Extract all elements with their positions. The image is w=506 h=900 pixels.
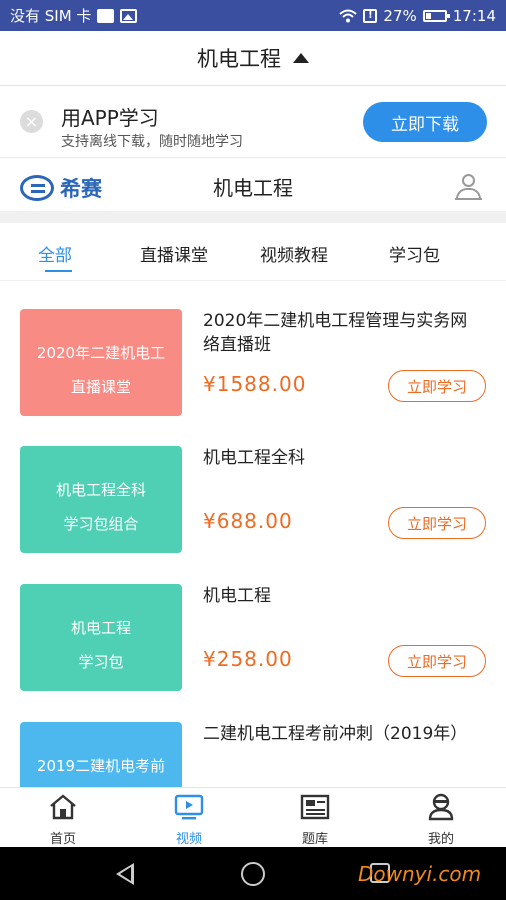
- nav-profile-label: 我的: [427, 832, 454, 847]
- carrier-text: 没有 SIM 卡: [10, 7, 92, 25]
- section-divider: [0, 211, 506, 223]
- thumbnail-line2: 学习包组合: [63, 515, 139, 533]
- thumbnail-line1: 机电工程: [70, 619, 131, 637]
- thumbnail-line1: 2019二建机电考前: [36, 757, 166, 775]
- image-notification-icon: [120, 8, 138, 23]
- bottom-nav: 首页 视频 题库 我的: [0, 787, 506, 847]
- banner-title: 用APP学习: [61, 106, 159, 130]
- page-title: 机电工程: [197, 47, 281, 71]
- course-price: ¥1588.00: [203, 372, 307, 396]
- battery-icon: [422, 9, 450, 22]
- tab-live[interactable]: 直播课堂: [140, 241, 208, 266]
- caret-up-icon: [293, 53, 309, 63]
- site-header: 希赛 机电工程: [0, 159, 506, 211]
- screen: 没有 SIM 卡 ! 27% 17:14 机电工程 × 用APP学习 支持离线下…: [0, 0, 506, 900]
- start-learning-button[interactable]: 立即学习: [388, 370, 486, 402]
- video-icon: [174, 794, 204, 820]
- course-title[interactable]: 二建机电工程考前冲刺（2019年）: [203, 722, 483, 746]
- course-thumbnail[interactable]: 机电工程 学习包: [20, 584, 182, 691]
- thumbnail-line1: 机电工程全科: [55, 481, 146, 499]
- category-switcher[interactable]: 机电工程: [0, 31, 506, 86]
- user-icon[interactable]: [455, 173, 483, 201]
- nav-home[interactable]: 首页: [0, 788, 126, 848]
- question-bank-icon: [300, 794, 330, 820]
- nav-home-label: 首页: [49, 832, 76, 847]
- site-title: 机电工程: [213, 176, 293, 200]
- tab-bar: 全部 直播课堂 视频教程 学习包: [0, 223, 506, 281]
- home-circle-icon[interactable]: [241, 862, 265, 886]
- nav-video[interactable]: 视频: [126, 788, 252, 848]
- course-item[interactable]: 2020年二建机电工 直播课堂 2020年二建机电工程管理与实务网络直播班 ¥1…: [0, 309, 506, 446]
- battery-percent: 27%: [383, 6, 417, 25]
- home-icon: [50, 794, 76, 820]
- watermark: Downyi.com: [358, 862, 482, 886]
- tab-package[interactable]: 学习包: [389, 241, 440, 266]
- alert-icon: !: [363, 8, 378, 23]
- close-icon[interactable]: ×: [20, 110, 43, 133]
- thumbnail-line1: 2020年二建机电工: [36, 344, 166, 362]
- nav-profile[interactable]: 我的: [378, 788, 504, 848]
- active-tab-indicator: [45, 270, 72, 272]
- start-learning-button[interactable]: 立即学习: [388, 507, 486, 539]
- course-thumbnail[interactable]: 机电工程全科 学习包组合: [20, 446, 182, 553]
- start-learning-button[interactable]: 立即学习: [388, 645, 486, 677]
- course-title[interactable]: 2020年二建机电工程管理与实务网络直播班: [203, 309, 483, 357]
- wifi-icon: [339, 9, 358, 22]
- tab-all[interactable]: 全部: [38, 241, 72, 266]
- thumbnail-line2: 学习包: [78, 653, 124, 671]
- course-item[interactable]: 机电工程 学习包 机电工程 ¥258.00 立即学习: [0, 584, 506, 721]
- nav-video-label: 视频: [175, 832, 202, 847]
- thumbnail-line2: 直播课堂: [70, 378, 131, 396]
- course-price: ¥258.00: [203, 647, 293, 671]
- course-title[interactable]: 机电工程: [203, 584, 483, 608]
- tab-video[interactable]: 视频教程: [260, 241, 328, 266]
- course-title[interactable]: 机电工程全科: [203, 446, 483, 470]
- banner-subtitle: 支持离线下载，随时随地学习: [61, 134, 243, 150]
- nav-question-bank-label: 题库: [301, 832, 328, 847]
- nav-question-bank[interactable]: 题库: [252, 788, 378, 848]
- clock: 17:14: [452, 6, 496, 25]
- status-bar: 没有 SIM 卡 ! 27% 17:14: [0, 0, 506, 31]
- profile-icon: [428, 793, 454, 821]
- notification-icon: [97, 8, 115, 23]
- course-thumbnail[interactable]: 2020年二建机电工 直播课堂: [20, 309, 182, 416]
- course-item[interactable]: 机电工程全科 学习包组合 机电工程全科 ¥688.00 立即学习: [0, 446, 506, 583]
- download-button[interactable]: 立即下载: [363, 102, 487, 142]
- course-price: ¥688.00: [203, 509, 293, 533]
